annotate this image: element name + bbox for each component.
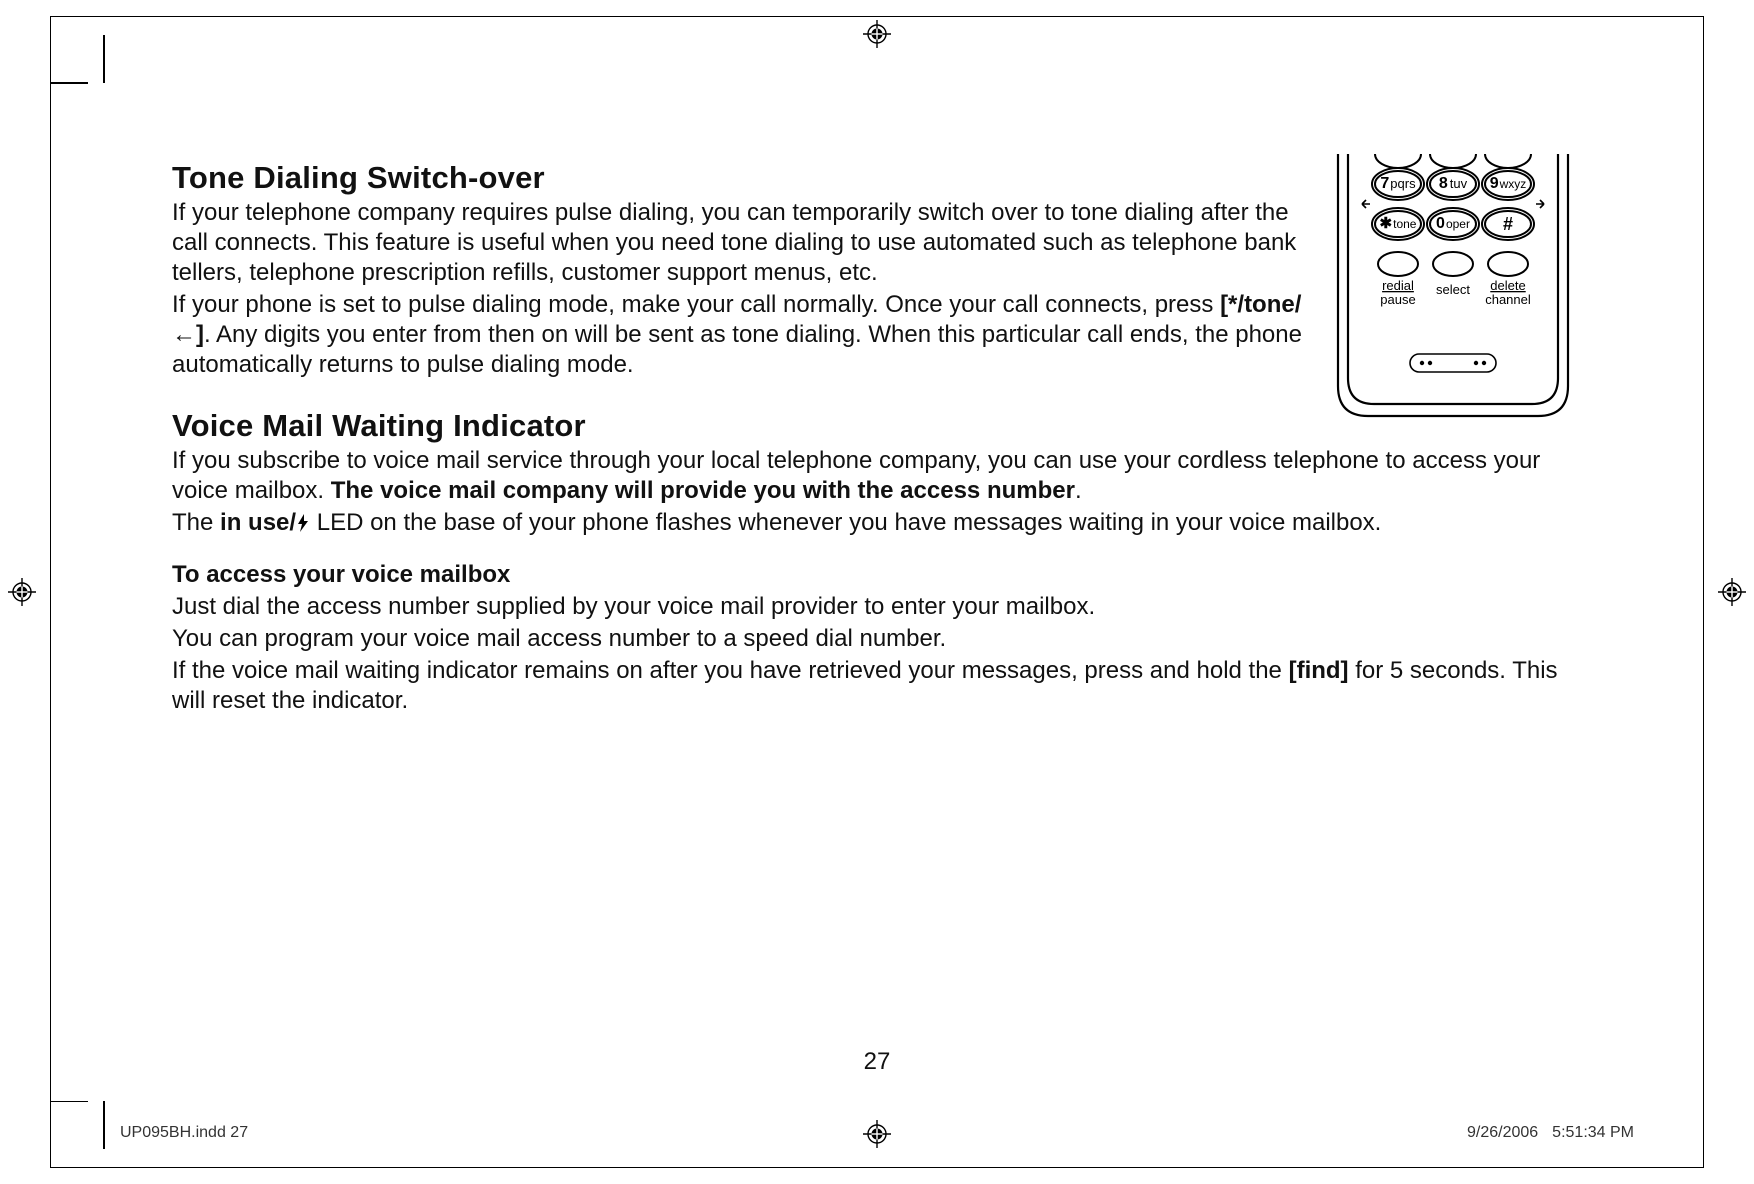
crop-mark (50, 82, 88, 84)
paragraph: If your phone is set to pulse dialing mo… (172, 290, 1302, 380)
page-number: 27 (864, 1048, 891, 1076)
registration-mark-icon (1718, 578, 1746, 606)
paragraph: If your telephone company requires pulse… (172, 198, 1302, 288)
svg-text:delete: delete (1490, 278, 1525, 293)
svg-text:9wxyz: 9wxyz (1490, 175, 1527, 192)
paragraph: If the voice mail waiting indicator rema… (172, 656, 1582, 716)
handset-illustration: 7pqrs 8tuv 9wxyz ✱tone 0oper # (1330, 154, 1576, 459)
text: If your phone is set to pulse dialing mo… (172, 291, 1220, 318)
text: The (172, 509, 220, 536)
text: . Any digits you enter from then on will… (172, 321, 1302, 378)
svg-text:7pqrs: 7pqrs (1380, 175, 1416, 192)
footer-timestamp: 9/26/2006 5:51:34 PM (1453, 1124, 1634, 1142)
print-footer: UP095BH.indd 27 9/26/2006 5:51:34 PM (120, 1124, 1634, 1142)
text: If the voice mail waiting indicator rema… (172, 657, 1289, 684)
svg-text:#: # (1503, 214, 1513, 234)
svg-text:select: select (1436, 282, 1470, 297)
footer-date: 9/26/2006 (1467, 1124, 1538, 1141)
paragraph: You can program your voice mail access n… (172, 624, 1582, 654)
section1-body: If your telephone company requires pulse… (172, 198, 1302, 380)
crop-mark (103, 1101, 105, 1149)
lightning-icon (296, 510, 310, 528)
crop-mark (50, 1101, 88, 1103)
section2-body: If you subscribe to voice mail service t… (172, 446, 1582, 716)
svg-text:pause: pause (1380, 292, 1415, 307)
bold-text: The voice mail company will provide you … (331, 477, 1075, 504)
crop-mark (103, 35, 105, 83)
paragraph: The in use/ LED on the base of your phon… (172, 508, 1582, 538)
text: LED on the base of your phone flashes wh… (310, 509, 1381, 536)
bold-text: in use/ (220, 509, 296, 536)
registration-mark-icon (8, 578, 36, 606)
paragraph: Just dial the access number supplied by … (172, 592, 1582, 622)
footer-time: 5:51:34 PM (1552, 1124, 1634, 1141)
svg-text:0oper: 0oper (1436, 215, 1470, 232)
registration-mark-icon (863, 20, 891, 48)
svg-text:redial: redial (1382, 278, 1414, 293)
key-label: [find] (1289, 657, 1349, 684)
subheading-access-mailbox: To access your voice mailbox (172, 560, 1582, 590)
text: . (1075, 477, 1082, 504)
footer-file: UP095BH.indd 27 (120, 1124, 248, 1142)
page-content: 7pqrs 8tuv 9wxyz ✱tone 0oper # (172, 160, 1590, 718)
svg-text:8tuv: 8tuv (1439, 175, 1468, 192)
svg-text:channel: channel (1485, 292, 1531, 307)
svg-text:✱tone: ✱tone (1380, 215, 1417, 232)
